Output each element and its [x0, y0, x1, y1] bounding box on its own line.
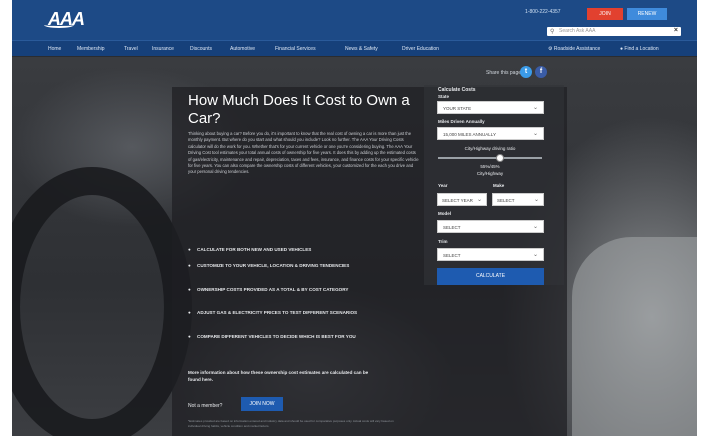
close-icon[interactable]: × [674, 27, 678, 34]
join-now-button[interactable]: JOIN NOW [241, 397, 283, 411]
state-label: State [438, 94, 450, 99]
year-select[interactable]: SELECT YEAR ⌄ [437, 193, 487, 206]
calculate-button[interactable]: CALCULATE [437, 268, 544, 285]
facebook-icon[interactable]: f [535, 66, 547, 78]
make-select[interactable]: SELECT ⌄ [492, 193, 544, 206]
roadside-assistance-link[interactable]: ⚙ Roadside Assistance [548, 46, 600, 52]
year-label: Year [438, 183, 448, 188]
miles-label: Miles Driven Annually [438, 119, 485, 124]
aaa-logo[interactable]: AAA [44, 9, 85, 30]
nav-item-driver-education[interactable]: Driver Education [402, 46, 439, 52]
nav-item-automotive[interactable]: Automotive [230, 46, 255, 52]
calculator-heading: Calculate Costs [438, 87, 476, 93]
renew-button[interactable]: RENEW [627, 8, 667, 20]
list-item-text: ADJUST GAS & ELECTRICITY PRICES TO TEST … [197, 310, 358, 315]
state-select[interactable]: YOUR STATE ⌄ [437, 101, 544, 114]
chevron-down-icon: ⌄ [532, 224, 538, 230]
chevron-down-icon: ⌄ [532, 131, 538, 137]
phone-number: 1-800-222-4357 [525, 9, 561, 15]
join-button[interactable]: JOIN [587, 8, 623, 20]
split-label: City/Highway driving ratio [464, 146, 516, 151]
state-value: YOUR STATE [443, 106, 472, 111]
share-label: Share this page: [486, 70, 523, 76]
trim-label: Trim [438, 239, 448, 244]
trim-value: SELECT [443, 253, 461, 258]
miles-value: 15,000 MILES ANNUALLY [443, 132, 496, 137]
search-icon: ⚲ [550, 29, 555, 35]
nav-item-discounts[interactable]: Discounts [190, 46, 212, 52]
list-item-text: CALCULATE FOR BOTH NEW AND USED VEHICLES [197, 247, 312, 252]
split-value: 55%/45% [480, 164, 500, 169]
model-value: SELECT [443, 225, 461, 230]
not-member-label: Not a member? [188, 403, 223, 409]
year-value: SELECT YEAR [442, 198, 473, 203]
more-info-link[interactable]: More information about how these ownersh… [188, 369, 378, 383]
chevron-down-icon: ⌄ [533, 197, 539, 203]
nav-item-news-safety[interactable]: News & Safety [345, 46, 378, 52]
find-location-link[interactable]: ● Find a Location [620, 46, 659, 52]
nav-item-financial-services[interactable]: Financial Services [275, 46, 316, 52]
nav-item-insurance[interactable]: Insurance [152, 46, 174, 52]
steering-wheel-image [12, 167, 192, 436]
roadside-assistance-label: Roadside Assistance [553, 46, 601, 52]
nav-item-membership[interactable]: Membership [77, 46, 105, 52]
search-placeholder: Search Ask AAA [559, 28, 596, 34]
list-item-text: COMPARE DIFFERENT VEHICLES TO DECIDE WHI… [197, 334, 356, 339]
make-label: Make [493, 183, 505, 188]
list-item-text: CUSTOMIZE TO YOUR VEHICLE, LOCATION & DR… [197, 263, 350, 268]
make-value: SELECT [497, 198, 515, 203]
list-item-text: OWNERSHIP COSTS PROVIDED AS A TOTAL & BY… [197, 287, 349, 292]
chevron-down-icon: ⌄ [532, 252, 538, 258]
nav-item-home[interactable]: Home [48, 46, 61, 52]
search-input[interactable]: ⚲ Search Ask AAA × [547, 27, 681, 36]
driving-ratio-slider[interactable] [438, 154, 542, 162]
intro-paragraph: Thinking about buying a car? Before you … [188, 131, 419, 175]
trim-select[interactable]: SELECT ⌄ [437, 248, 544, 261]
split-sub-label: City/Highway [476, 171, 504, 176]
find-location-label: Find a Location [624, 46, 659, 52]
chevron-down-icon: ⌄ [476, 197, 482, 203]
main-nav: Home Membership Travel Insurance Discoun… [12, 40, 697, 56]
miles-select[interactable]: 15,000 MILES ANNUALLY ⌄ [437, 127, 544, 140]
nav-item-travel[interactable]: Travel [124, 46, 138, 52]
header-bar: AAA 1-800-222-4357 JOIN RENEW ⚲ Search A… [12, 0, 697, 40]
page-title: How Much Does It Cost to Own a Car? [188, 92, 410, 127]
model-label: Model [438, 211, 451, 216]
twitter-icon[interactable]: t [520, 66, 532, 78]
slider-handle[interactable] [496, 154, 504, 162]
model-select[interactable]: SELECT ⌄ [437, 220, 544, 233]
chevron-down-icon: ⌄ [532, 105, 538, 111]
car-seat-image [572, 237, 697, 436]
page-frame: AAA 1-800-222-4357 JOIN RENEW ⚲ Search A… [12, 0, 697, 436]
disclaimer-text: *Estimates provided are based on informa… [188, 419, 394, 428]
